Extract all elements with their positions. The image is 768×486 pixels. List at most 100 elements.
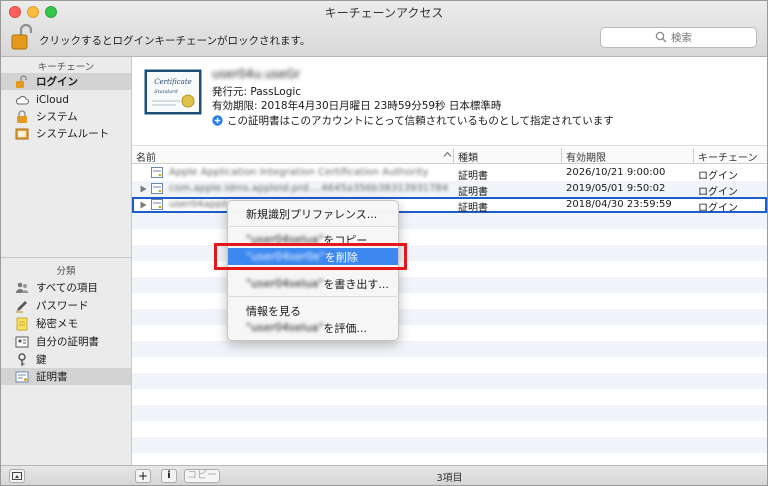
cabinet-icon — [15, 128, 29, 139]
sidebar-item-label: 証明書 — [36, 371, 68, 383]
sidebar-item-keys[interactable]: 鍵 — [1, 351, 131, 368]
sidebar-item-system-roots[interactable]: システムルート — [1, 125, 131, 142]
menu-item-label: 情報を見る — [246, 304, 301, 318]
keychain-access-window: キーチェーンアクセス クリックするとログインキーチェーンがロックされます。 キー… — [0, 0, 768, 486]
cell-name: Apple Application Integration Certificat… — [169, 167, 429, 178]
certificate-name: user04u.useGr — [212, 67, 301, 81]
my-certificate-icon — [15, 336, 29, 347]
sidebar-item-login[interactable]: ログイン — [1, 73, 131, 90]
categories-header: 分類 — [56, 266, 76, 277]
certificate-image: Certificate Standard — [144, 69, 202, 115]
window-title: キーチェーンアクセス — [324, 6, 444, 20]
cell-expires: 2026/10/21 9:00:00 — [566, 167, 666, 178]
empty-row — [132, 405, 767, 421]
menu-item-get-info[interactable]: 情報を見る — [228, 302, 398, 319]
empty-row — [132, 373, 767, 389]
sidebar-item-label: 鍵 — [36, 354, 47, 366]
search-icon — [655, 31, 667, 43]
sidebar-item-certificates[interactable]: 証明書 — [1, 368, 131, 385]
menu-item-target-name: "user04selua" — [246, 321, 324, 334]
empty-row — [132, 437, 767, 453]
menu-item-label: を評価... — [323, 321, 367, 335]
certificate-icon — [151, 183, 163, 194]
sidebar-item-secure-notes[interactable]: 秘密メモ — [1, 315, 131, 332]
cell-expires: 2018/04/30 23:59:59 — [566, 199, 672, 210]
cell-kind: 証明書 — [458, 203, 488, 214]
menu-item-target-name: "user04selua" — [246, 277, 324, 290]
cell-name: com.apple.idms.appleid.prd....4645a356b3… — [169, 183, 449, 194]
lock-message: クリックするとログインキーチェーンがロックされます。 — [39, 35, 311, 47]
table-row[interactable]: Apple Application Integration Certificat… — [132, 165, 767, 182]
sidebar-item-icloud[interactable]: iCloud — [1, 91, 131, 108]
certificate-image-title: Certificate — [154, 78, 192, 86]
menu-item-label: を書き出す... — [323, 277, 389, 291]
sidebar-item-system[interactable]: システム — [1, 108, 131, 125]
sidebar-item-label: パスワード — [36, 300, 89, 312]
keychains-header: キーチェーン — [37, 62, 95, 73]
sidebar-item-all-items[interactable]: すべての項目 — [1, 279, 131, 296]
pen-icon — [16, 300, 27, 313]
cell-kind: 証明書 — [458, 187, 488, 198]
menu-item-export[interactable]: "user04selua" を書き出す... — [228, 275, 398, 292]
certificate-expiry: 有効期限: 2018年4月30日月曜日 23時59分59秒 日本標準時 — [212, 100, 502, 112]
item-count: 3項目 — [436, 473, 463, 484]
disclosure-triangle-icon[interactable] — [140, 201, 147, 209]
disclosure-triangle-icon[interactable] — [140, 185, 147, 193]
menu-separator — [229, 226, 397, 227]
highlight-box — [214, 243, 407, 270]
cell-keychain: ログイン — [698, 171, 738, 182]
sidebar-item-my-certificates[interactable]: 自分の証明書 — [1, 333, 131, 350]
key-icon — [18, 352, 26, 366]
column-header-keychain[interactable]: キーチェーン — [698, 149, 758, 164]
sidebar-divider[interactable] — [1, 257, 131, 258]
cell-keychain: ログイン — [698, 203, 738, 214]
sidebar-item-label: システム — [36, 111, 78, 123]
column-header-name[interactable]: 名前 — [136, 149, 156, 164]
sidebar-toggle-icon — [12, 472, 22, 480]
context-menu: 新規識別プリファレンス... "user04selua" をコピー "user04… — [227, 200, 399, 341]
certificate-image-subtitle: Standard — [154, 89, 177, 95]
toggle-sidebar-button[interactable] — [9, 469, 25, 483]
menu-item-label: 新規識別プリファレンス... — [246, 207, 378, 221]
sidebar-item-passwords[interactable]: パスワード — [1, 297, 131, 314]
lock-open-icon — [16, 74, 27, 88]
column-divider[interactable] — [453, 148, 454, 163]
sidebar-item-label: すべての項目 — [36, 282, 98, 294]
cell-name: user04applica — [169, 199, 229, 210]
titlebar: キーチェーンアクセス クリックするとログインキーチェーンがロックされます。 — [1, 1, 767, 57]
sidebar-item-label: 自分の証明書 — [36, 336, 99, 348]
certificate-icon — [151, 167, 163, 178]
table-row[interactable]: com.apple.idms.appleid.prd....4645a356b3… — [132, 181, 767, 198]
sidebar-item-label: 秘密メモ — [36, 318, 78, 330]
column-header-expires[interactable]: 有効期限 — [566, 149, 606, 164]
sidebar-item-label: システムルート — [36, 128, 110, 140]
menu-item-evaluate[interactable]: "user04selua" を評価... — [228, 319, 398, 336]
lock-icon — [17, 109, 27, 123]
certificate-summary: Certificate Standard user04u.useGr 発行元: … — [132, 57, 767, 146]
people-icon — [16, 282, 29, 293]
plus-circle-icon — [212, 115, 223, 126]
bottom-bar: + i コピー 3項目 — [1, 465, 767, 485]
column-divider[interactable] — [693, 148, 694, 163]
certificate-trust: この証明書はこのアカウントにとって信頼されているものとして指定されています — [212, 113, 614, 128]
table-header: 名前 種類 有効期限 キーチェーン — [132, 147, 767, 164]
column-divider[interactable] — [561, 148, 562, 163]
lock-open-icon[interactable] — [11, 23, 33, 51]
search-field[interactable] — [600, 27, 757, 48]
sort-ascending-icon[interactable] — [443, 150, 452, 159]
search-input[interactable] — [671, 30, 751, 45]
sidebar: キーチェーン ログイン iCloud システム システムルート 分類 すべての項… — [1, 57, 132, 465]
column-header-kind[interactable]: 種類 — [458, 149, 478, 164]
cell-expires: 2019/05/01 9:50:02 — [566, 183, 666, 194]
certificate-icon — [151, 199, 163, 210]
sidebar-item-label: iCloud — [36, 93, 69, 106]
certificate-issuer: 発行元: PassLogic — [212, 86, 302, 98]
sidebar-item-label: ログイン — [36, 76, 78, 88]
cloud-icon — [15, 95, 29, 104]
empty-row — [132, 341, 767, 357]
menu-item-new-identity-preference[interactable]: 新規識別プリファレンス... — [228, 205, 398, 222]
cell-keychain: ログイン — [698, 187, 738, 198]
note-icon — [16, 317, 28, 330]
cell-kind: 証明書 — [458, 171, 488, 182]
menu-separator — [229, 296, 397, 297]
